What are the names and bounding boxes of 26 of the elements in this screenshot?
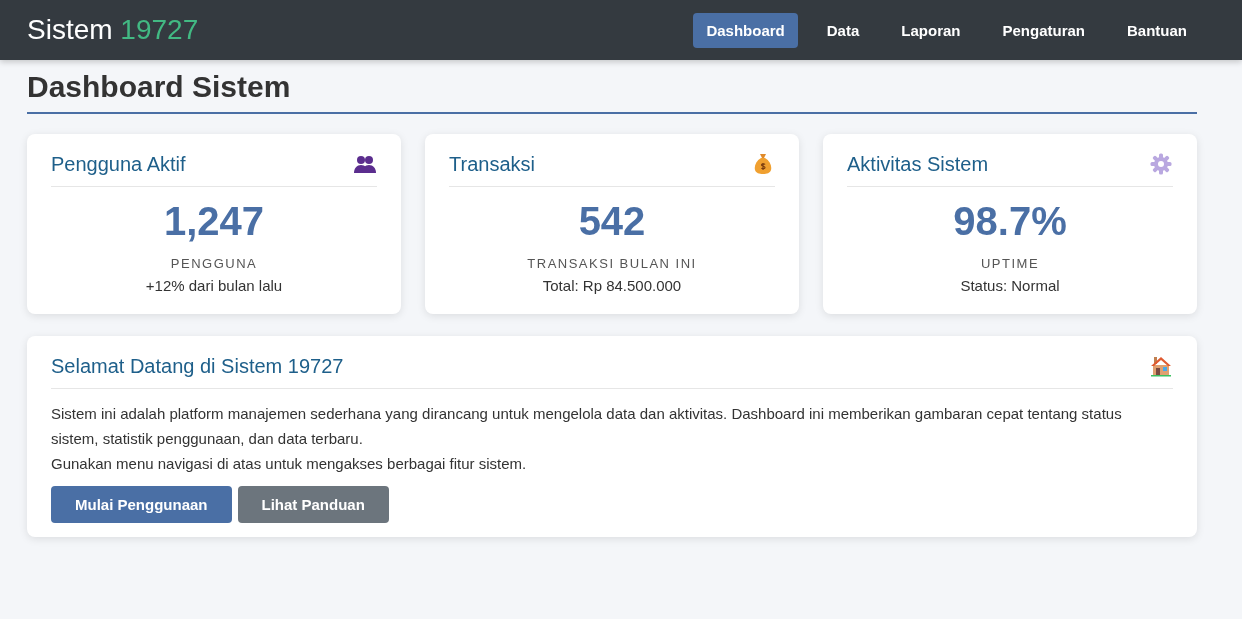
brand-logo[interactable]: Sistem 19727 xyxy=(27,14,199,46)
card-title: Transaksi xyxy=(449,152,535,176)
stat-label: PENGGUNA xyxy=(169,256,259,271)
stat-note: Status: Normal xyxy=(959,277,1061,294)
stat-value: 98.7% xyxy=(952,199,1068,244)
stat-value: 542 xyxy=(577,199,647,244)
paragraph: Sistem ini adalah platform manajemen sederhana yang dirancang untuk mengelola data dan aktivitas. Dashboard ini memberikan gambaran cepat tentang status sistem, statistik penggunaan, dan data terbaru. xyxy=(51,404,1123,449)
card-title: Aktivitas Sistem xyxy=(847,152,989,176)
page-title: Dashboard Sistem xyxy=(27,70,1197,114)
card-title: Pengguna Aktif xyxy=(51,152,186,176)
nav-link[interactable]: Laporan xyxy=(888,12,974,48)
nav-link[interactable]: Data xyxy=(813,12,873,48)
nav-link[interactable]: Bantuan xyxy=(1114,12,1200,48)
nav-link[interactable]: Pengaturan xyxy=(989,12,1098,48)
card-title: Selamat Datang di Sistem 19727 xyxy=(51,354,344,378)
house-icon xyxy=(1149,354,1173,378)
nav-link[interactable]: Dashboard xyxy=(693,12,798,48)
paragraph: Gunakan menu navigasi di atas untuk mengakses berbagai fitur sistem. xyxy=(51,454,528,474)
stat-value: 1,247 xyxy=(162,199,266,244)
gear-icon xyxy=(1149,152,1173,176)
action-button[interactable]: Lihat Panduan xyxy=(237,486,389,523)
action-button[interactable]: Mulai Penggunaan xyxy=(51,486,232,523)
stat-label: UPTIME xyxy=(979,256,1041,271)
stat-label: TRANSAKSI BULAN INI xyxy=(526,256,698,271)
stat-note: +12% dari bulan lalu xyxy=(144,277,284,294)
stat-note: Total: Rp 84.500.000 xyxy=(541,277,683,294)
